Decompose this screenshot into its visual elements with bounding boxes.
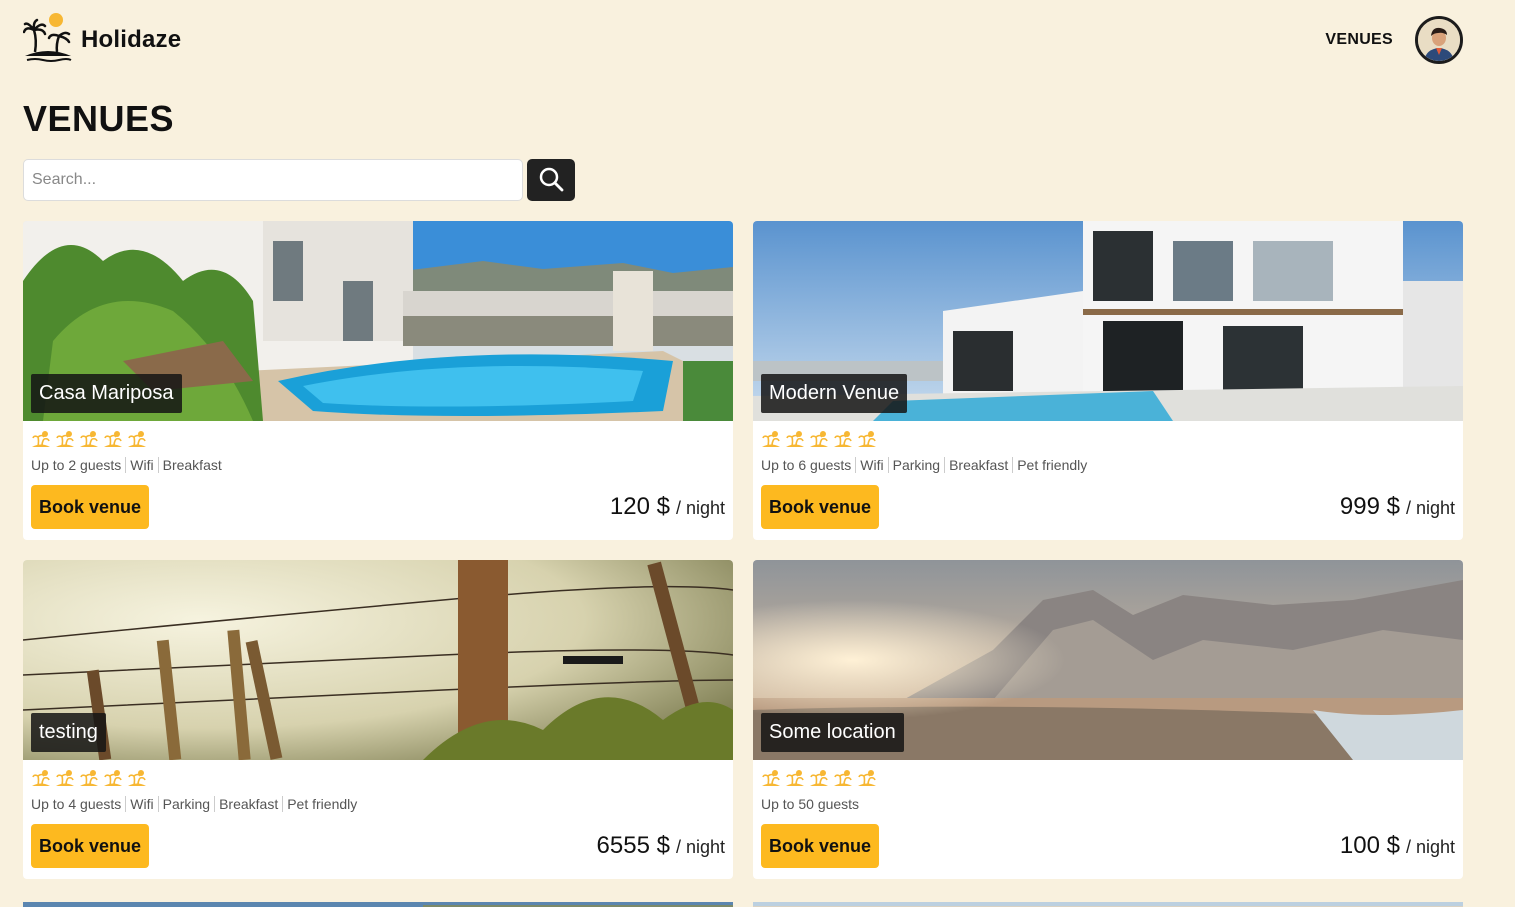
search-button[interactable] — [527, 159, 575, 201]
venue-image[interactable]: Modern Venue — [753, 221, 1463, 421]
rating-palm-icon — [31, 430, 51, 450]
rating-palm-icon — [857, 769, 877, 789]
price-unit: / night — [1405, 837, 1455, 857]
feature-item: Breakfast — [944, 457, 1012, 473]
venue-rating — [753, 760, 1463, 790]
venue-rating — [753, 421, 1463, 451]
feature-item: Wifi — [125, 457, 157, 473]
rating-palm-icon — [55, 430, 75, 450]
venue-card[interactable]: Some location Up to 50 guests Book venue… — [753, 560, 1463, 879]
book-venue-button[interactable]: Book venue — [761, 485, 880, 529]
rating-palm-icon — [79, 430, 99, 450]
venue-card-partial[interactable] — [753, 898, 1463, 907]
feature-item: Wifi — [125, 796, 157, 812]
brand[interactable]: Holidaze — [22, 12, 182, 69]
rating-palm-icon — [785, 769, 805, 789]
venue-image[interactable]: testing — [23, 560, 733, 760]
feature-item: Breakfast — [157, 457, 226, 473]
venue-title: Casa Mariposa — [31, 374, 182, 413]
rating-palm-icon — [833, 769, 853, 789]
next-venue-row — [23, 898, 1463, 907]
rating-palm-icon — [127, 430, 147, 450]
rating-palm-icon — [55, 769, 75, 789]
venue-features: Up to 6 guests Wifi Parking Breakfast Pe… — [753, 451, 1463, 475]
palm-island-sun-icon — [22, 12, 73, 69]
venue-rating — [23, 760, 733, 790]
price-value: 999 $ — [1339, 493, 1400, 520]
venue-price: 999 $ / night — [1340, 493, 1455, 521]
feature-item: Pet friendly — [1012, 457, 1091, 473]
venue-footer: Book venue 999 $ / night — [753, 475, 1463, 529]
venue-card[interactable]: Modern Venue Up to 6 guests Wifi Parking… — [753, 221, 1463, 540]
book-venue-button[interactable]: Book venue — [31, 485, 150, 529]
rating-palm-icon — [31, 769, 51, 789]
page-title: VENUES — [23, 98, 175, 139]
feature-guests: Up to 2 guests — [31, 457, 122, 473]
venue-card[interactable]: testing Up to 4 guests Wifi Parking Brea… — [23, 560, 733, 879]
feature-item: Wifi — [855, 457, 887, 473]
rating-palm-icon — [857, 430, 877, 450]
venue-price: 120 $ / night — [610, 493, 725, 521]
price-unit: / night — [1405, 498, 1455, 518]
feature-item: Breakfast — [214, 796, 282, 812]
venue-image[interactable]: Casa Mariposa — [23, 221, 733, 421]
price-value: 6555 $ — [596, 832, 670, 859]
user-avatar[interactable] — [1415, 16, 1463, 64]
venue-price: 6555 $ / night — [597, 832, 725, 860]
price-value: 120 $ — [609, 493, 670, 520]
venue-image[interactable]: Some location — [753, 560, 1463, 760]
brand-name: Holidaze — [81, 26, 182, 53]
nav-link-venues[interactable]: VENUES — [1325, 31, 1393, 49]
rating-palm-icon — [127, 769, 147, 789]
rating-palm-icon — [761, 430, 781, 450]
site-header: Holidaze VENUES — [22, 12, 1463, 69]
rating-palm-icon — [103, 430, 123, 450]
rating-palm-icon — [103, 769, 123, 789]
venue-price: 100 $ / night — [1340, 832, 1455, 860]
venue-footer: Book venue 100 $ / night — [753, 814, 1463, 868]
rating-palm-icon — [761, 769, 781, 789]
feature-item: Pet friendly — [282, 796, 361, 812]
feature-item: Parking — [887, 457, 944, 473]
venue-features: Up to 50 guests — [753, 790, 1463, 814]
rating-palm-icon — [809, 430, 829, 450]
rating-palm-icon — [785, 430, 805, 450]
venue-features: Up to 4 guests Wifi Parking Breakfast Pe… — [23, 790, 733, 814]
rating-palm-icon — [809, 769, 829, 789]
feature-item: Parking — [157, 796, 214, 812]
venue-title: Some location — [761, 713, 904, 752]
feature-guests: Up to 50 guests — [761, 796, 860, 812]
main-nav: VENUES — [1325, 16, 1463, 64]
book-venue-button[interactable]: Book venue — [761, 824, 880, 868]
venue-grid: Casa Mariposa Up to 2 guests Wifi Breakf… — [23, 221, 1463, 879]
feature-guests: Up to 4 guests — [31, 796, 122, 812]
book-venue-button[interactable]: Book venue — [31, 824, 150, 868]
price-value: 100 $ — [1339, 832, 1400, 859]
venue-card-partial[interactable] — [23, 898, 733, 907]
rating-palm-icon — [833, 430, 853, 450]
venue-footer: Book venue 120 $ / night — [23, 475, 733, 529]
venue-title: Modern Venue — [761, 374, 908, 413]
rating-palm-icon — [79, 769, 99, 789]
price-unit: / night — [675, 498, 725, 518]
venue-title: testing — [31, 713, 106, 752]
venue-features: Up to 2 guests Wifi Breakfast — [23, 451, 733, 475]
feature-guests: Up to 6 guests — [761, 457, 852, 473]
venue-rating — [23, 421, 733, 451]
search-input[interactable] — [23, 159, 523, 201]
venue-footer: Book venue 6555 $ / night — [23, 814, 733, 868]
search-bar — [23, 159, 575, 201]
search-icon — [538, 166, 564, 195]
venue-card[interactable]: Casa Mariposa Up to 2 guests Wifi Breakf… — [23, 221, 733, 540]
price-unit: / night — [675, 837, 725, 857]
